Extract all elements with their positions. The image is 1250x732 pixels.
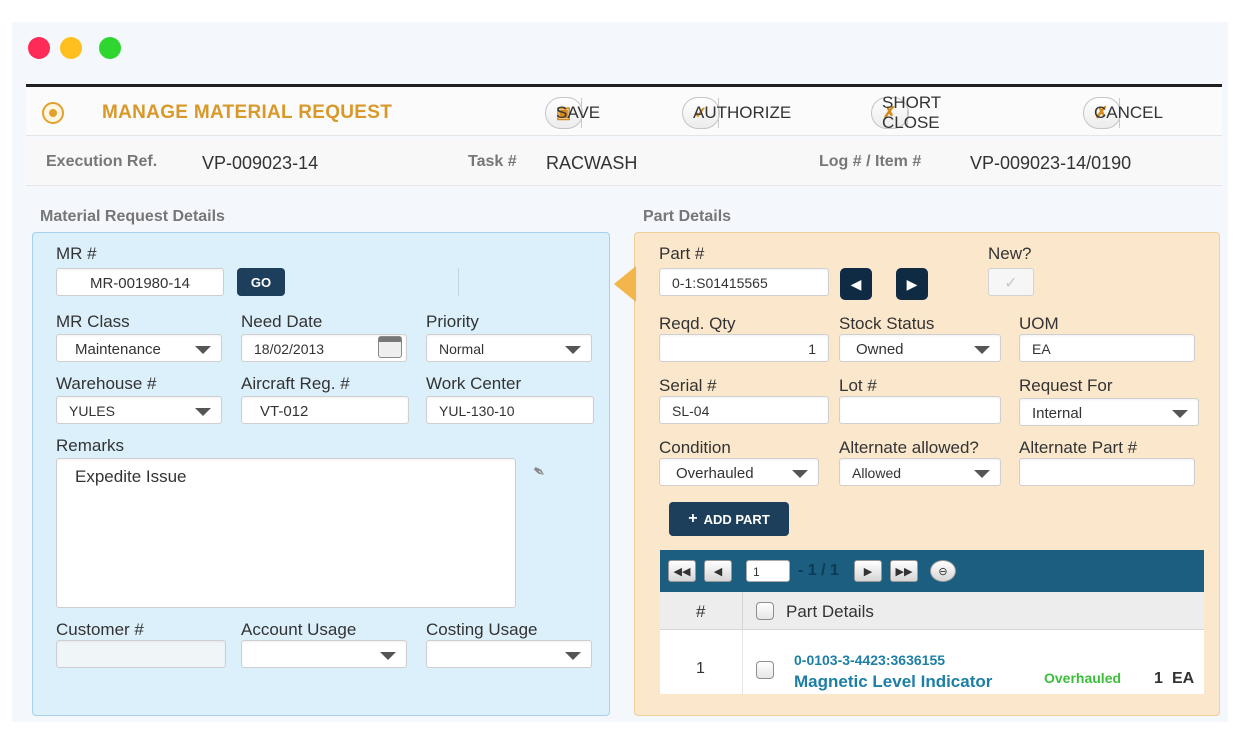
last-page-button[interactable]: ▶▶ (890, 560, 918, 582)
mr-class-label: MR Class (56, 312, 130, 331)
toolbar: MANAGE MATERIAL REQUEST ▣ SAVE ✓ AUTHORI… (26, 84, 1222, 136)
log-item-value: VP-009023-14/0190 (970, 153, 1132, 173)
table-row[interactable]: 1 0-0103-3-4423:3636155 Magnetic Level I… (660, 630, 1204, 694)
select-all-checkbox[interactable] (756, 602, 774, 620)
column-part-details-header: Part Details (786, 602, 874, 621)
close-window-button[interactable] (28, 37, 50, 59)
execution-ref-value: VP-009023-14 (202, 153, 319, 173)
row-part-name-link[interactable]: Magnetic Level Indicator (794, 672, 992, 692)
task-label: Task # (468, 153, 517, 170)
material-request-section-title: Material Request Details (40, 208, 225, 225)
save-button[interactable]: ▣ SAVE (545, 97, 600, 129)
new-checkbox[interactable]: ✓ (988, 268, 1034, 296)
account-usage-select[interactable] (241, 640, 407, 668)
add-part-label: ADD PART (703, 511, 770, 527)
short-close-label: SHORT CLOSE (882, 93, 941, 132)
row-checkbox[interactable] (756, 661, 774, 679)
calendar-icon[interactable] (378, 336, 402, 358)
priority-select[interactable]: Normal (426, 334, 592, 362)
execution-ref-label: Execution Ref. (46, 153, 158, 170)
cancel-label: CANCEL (1094, 103, 1163, 122)
log-item-label: Log # / Item # (819, 153, 922, 170)
customer-field[interactable] (56, 640, 226, 668)
remarks-label: Remarks (56, 436, 125, 455)
lot-field[interactable] (839, 396, 1001, 424)
warehouse-select[interactable]: YULES (56, 396, 222, 424)
work-center-field[interactable]: YUL-130-10 (426, 396, 594, 424)
condition-select[interactable]: Overhauled (659, 458, 819, 486)
divider (742, 592, 743, 630)
work-center-label: Work Center (426, 374, 522, 393)
aircraft-reg-label: Aircraft Reg. # (241, 374, 350, 393)
account-usage-label: Account Usage (241, 620, 357, 639)
reqd-qty-label: Reqd. Qty (659, 314, 736, 333)
warehouse-label: Warehouse # (56, 374, 157, 393)
short-close-button[interactable]: ✗ SHORT CLOSE (871, 93, 941, 132)
authorize-button[interactable]: ✓ AUTHORIZE (682, 97, 791, 129)
maximize-window-button[interactable] (99, 37, 121, 59)
condition-label: Condition (659, 438, 731, 457)
go-button[interactable]: GO (237, 268, 285, 296)
page-title: MANAGE MATERIAL REQUEST (102, 102, 393, 123)
cancel-button[interactable]: ✗ CANCEL (1083, 97, 1163, 129)
task-value: RACWASH (546, 153, 638, 173)
stock-status-select[interactable]: Owned (839, 334, 1001, 362)
row-number: 1 (696, 660, 705, 677)
priority-label: Priority (426, 312, 479, 331)
authorize-label: AUTHORIZE (693, 103, 792, 122)
divider (458, 268, 459, 296)
new-label: New? (988, 244, 1032, 263)
plus-icon: + (688, 510, 698, 527)
next-page-button[interactable]: ▶ (854, 560, 882, 582)
costing-usage-label: Costing Usage (426, 620, 538, 639)
uom-field[interactable]: EA (1019, 334, 1195, 362)
aircraft-reg-field[interactable]: VT-012 (241, 396, 409, 424)
row-qty: 1 (1154, 670, 1163, 687)
app-icon (42, 102, 64, 124)
need-date-label: Need Date (241, 312, 323, 331)
page-input[interactable]: 1 (746, 560, 790, 582)
customer-label: Customer # (56, 620, 144, 639)
add-part-button[interactable]: + ADD PART (669, 502, 789, 536)
save-label: SAVE (556, 103, 601, 122)
part-number-label: Part # (659, 244, 705, 263)
alternate-allowed-label: Alternate allowed? (839, 438, 979, 457)
grid-header-row: # Part Details (660, 592, 1204, 630)
part-number-field[interactable]: 0-1:S01415565 (659, 268, 829, 296)
alternate-part-field[interactable] (1019, 458, 1195, 486)
divider (742, 630, 743, 694)
grid-pager-bar: ◀◀ ◀ 1 - 1 / 1 ▶ ▶▶ ⊖ (660, 550, 1204, 592)
page-count: - 1 / 1 (798, 562, 839, 579)
mr-number-field[interactable]: MR-001980-14 (56, 268, 224, 296)
row-part-number-link[interactable]: 0-0103-3-4423:3636155 (794, 652, 945, 668)
reference-bar: Execution Ref. VP-009023-14 Task # RACWA… (26, 138, 1222, 186)
alternate-allowed-select[interactable]: Allowed (839, 458, 1001, 486)
refresh-icon[interactable]: ⊖ (930, 560, 956, 582)
previous-page-button[interactable]: ◀ (704, 560, 732, 582)
request-for-label: Request For (1019, 376, 1113, 395)
row-uom: EA (1172, 670, 1195, 687)
serial-label: Serial # (659, 376, 717, 395)
mr-label: MR # (56, 244, 97, 263)
uom-label: UOM (1019, 314, 1059, 333)
request-for-select[interactable]: Internal (1019, 398, 1199, 426)
mr-class-select[interactable]: Maintenance (56, 334, 222, 362)
column-number-header: # (696, 602, 706, 621)
next-part-button[interactable]: ▶ (896, 268, 928, 300)
remarks-textarea[interactable]: Expedite Issue (56, 458, 516, 608)
first-page-button[interactable]: ◀◀ (668, 560, 696, 582)
reqd-qty-field[interactable]: 1 (659, 334, 829, 362)
costing-usage-select[interactable] (426, 640, 592, 668)
serial-field[interactable]: SL-04 (659, 396, 829, 424)
part-details-section-title: Part Details (643, 208, 732, 225)
panel-pointer-arrow (614, 266, 636, 302)
lot-label: Lot # (839, 376, 877, 395)
alternate-part-label: Alternate Part # (1019, 438, 1138, 457)
previous-part-button[interactable]: ◀ (840, 268, 872, 300)
stock-status-label: Stock Status (839, 314, 935, 333)
minimize-window-button[interactable] (60, 37, 82, 59)
row-condition-badge: Overhauled (1044, 670, 1122, 686)
